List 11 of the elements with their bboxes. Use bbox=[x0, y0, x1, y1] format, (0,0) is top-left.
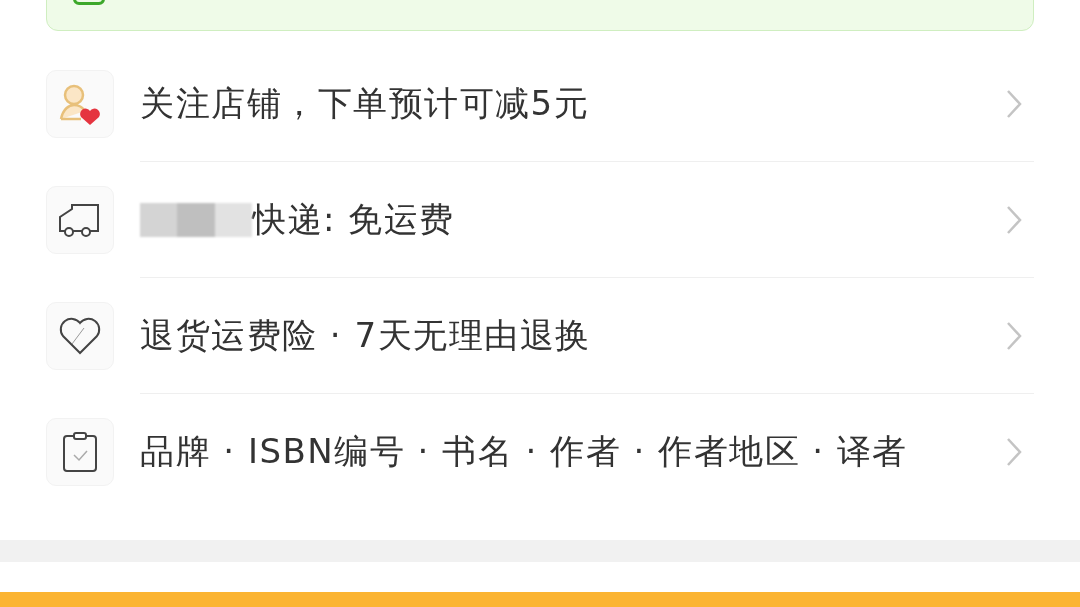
service-label[interactable]: 快递: 免运费 bbox=[252, 197, 455, 243]
clipboard-check-icon bbox=[62, 431, 98, 473]
service-label[interactable]: 品牌 · ISBN编号 · 书名 · 作者 · 作者地区 · 译者 bbox=[140, 429, 908, 475]
chevron-right-icon[interactable] bbox=[1006, 205, 1022, 235]
heart-icon bbox=[58, 316, 102, 356]
chevron-right-icon[interactable] bbox=[1006, 321, 1022, 351]
service-label[interactable]: 退货运费险 · 7天无理由退换 bbox=[140, 313, 591, 359]
truck-icon bbox=[58, 201, 102, 239]
chevron-right-icon[interactable] bbox=[1006, 89, 1022, 119]
chevron-right-icon[interactable] bbox=[1006, 437, 1022, 467]
service-label[interactable]: 关注店铺，下单预计可减5元 bbox=[140, 81, 590, 127]
